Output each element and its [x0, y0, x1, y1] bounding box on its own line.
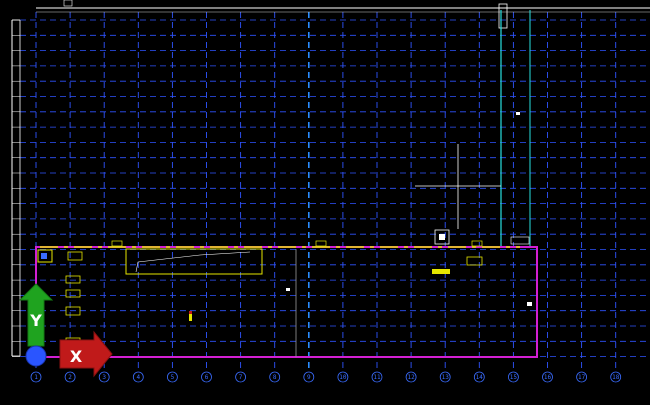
grid-bubble-label: 8	[273, 374, 277, 381]
ucs-icon[interactable]: Y X	[18, 283, 113, 378]
ucs-origin-icon	[25, 345, 47, 367]
grid-bubble-label: 4	[136, 374, 140, 381]
grid-bubble-label: 10	[339, 374, 347, 381]
grid-bubble-label: 17	[578, 374, 586, 381]
grid-bubble-label: 1	[34, 374, 38, 381]
ucs-x-label: X	[70, 347, 83, 366]
ucs-y-label: Y	[29, 311, 42, 330]
grid-bubble-label: 7	[239, 374, 243, 381]
grid-bubble-label: 9	[307, 374, 311, 381]
grid-bubble-label: 14	[476, 374, 484, 381]
grid-bubble-label: 3	[102, 374, 106, 381]
grid-bubble-label: 13	[442, 374, 450, 381]
grid-lines	[20, 12, 650, 368]
grid-bubble-label: 11	[373, 374, 381, 381]
grid-bubbles-bottom: 1 2 3 4 5 6 7 8 9 10 11 12 13 14 15 16 17 18	[30, 371, 622, 383]
grid-bubble-label: 2	[68, 374, 72, 381]
ucs-x-arrow-icon	[59, 330, 113, 378]
crosshair-cursor	[415, 144, 501, 229]
grid-bubble-label: 18	[612, 374, 620, 381]
grid-bubble-label: 12	[407, 374, 415, 381]
grid-bubble-label: 15	[510, 374, 518, 381]
cyan-column-lines	[500, 10, 531, 246]
drawing-viewport[interactable]: 1 2 3 4 5 6 7 8 9 10 11 12 13 14 15 16 17 18 Y X	[0, 0, 650, 405]
grid-bubble-label: 6	[205, 374, 209, 381]
grid-bubble-label: 5	[171, 374, 175, 381]
grid-bubble-label: 16	[544, 374, 552, 381]
left-ruler	[11, 19, 21, 357]
